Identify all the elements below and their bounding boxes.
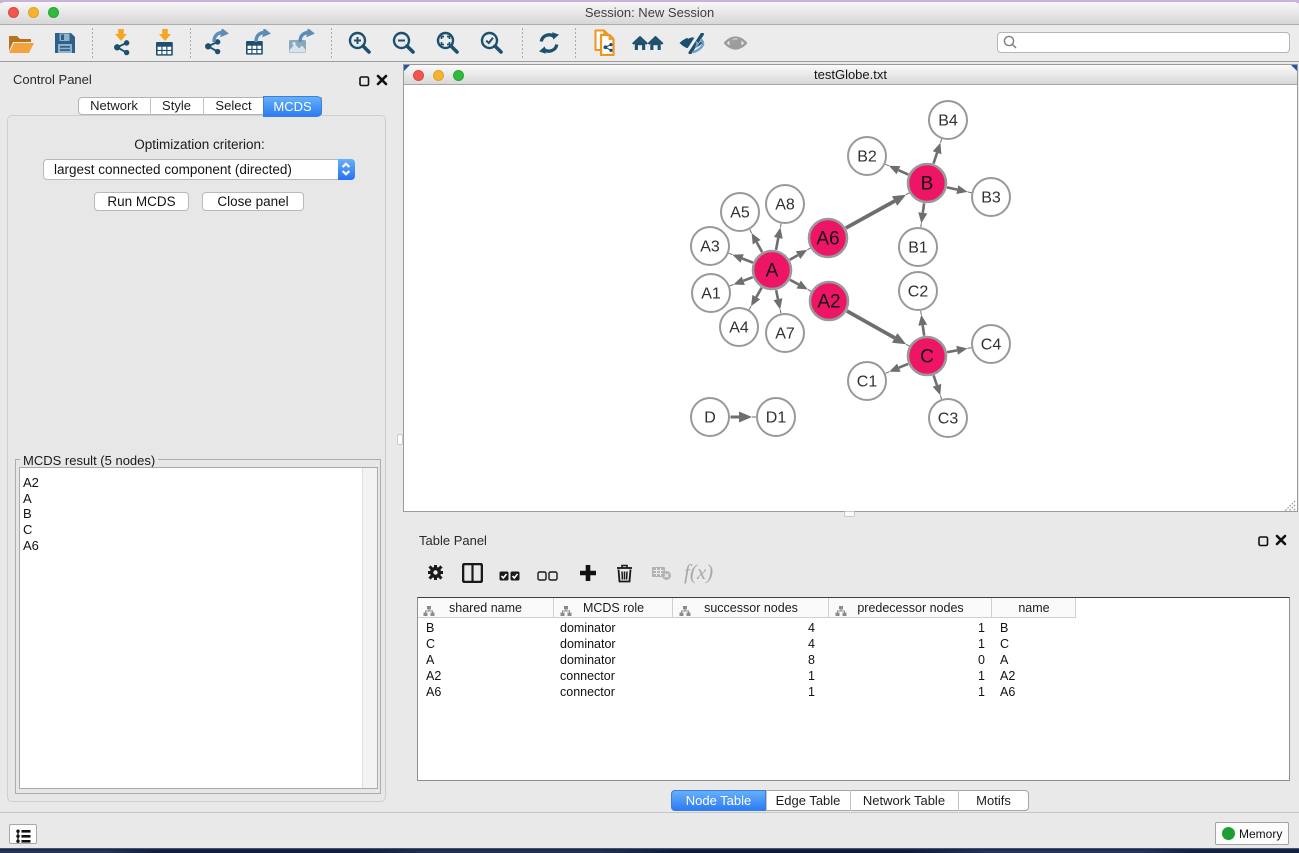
svg-text:A8: A8 bbox=[775, 197, 795, 214]
svg-text:B3: B3 bbox=[981, 190, 1001, 207]
svg-text:D1: D1 bbox=[766, 410, 787, 427]
svg-text:A1: A1 bbox=[701, 286, 721, 303]
svg-text:B: B bbox=[921, 174, 934, 195]
svg-text:C: C bbox=[920, 347, 934, 368]
svg-text:C4: C4 bbox=[981, 337, 1002, 354]
svg-text:A6: A6 bbox=[816, 229, 839, 250]
svg-text:A4: A4 bbox=[729, 320, 749, 337]
svg-text:D: D bbox=[704, 410, 716, 427]
svg-text:A7: A7 bbox=[775, 326, 795, 343]
svg-text:A: A bbox=[766, 261, 779, 282]
svg-text:A2: A2 bbox=[817, 292, 840, 313]
svg-text:C2: C2 bbox=[908, 284, 929, 301]
svg-text:B4: B4 bbox=[938, 113, 958, 130]
svg-text:A5: A5 bbox=[730, 205, 750, 222]
svg-text:B1: B1 bbox=[908, 240, 928, 257]
svg-text:B2: B2 bbox=[857, 149, 877, 166]
svg-text:A3: A3 bbox=[700, 239, 720, 256]
svg-text:C3: C3 bbox=[938, 411, 959, 428]
svg-text:C1: C1 bbox=[857, 374, 878, 391]
